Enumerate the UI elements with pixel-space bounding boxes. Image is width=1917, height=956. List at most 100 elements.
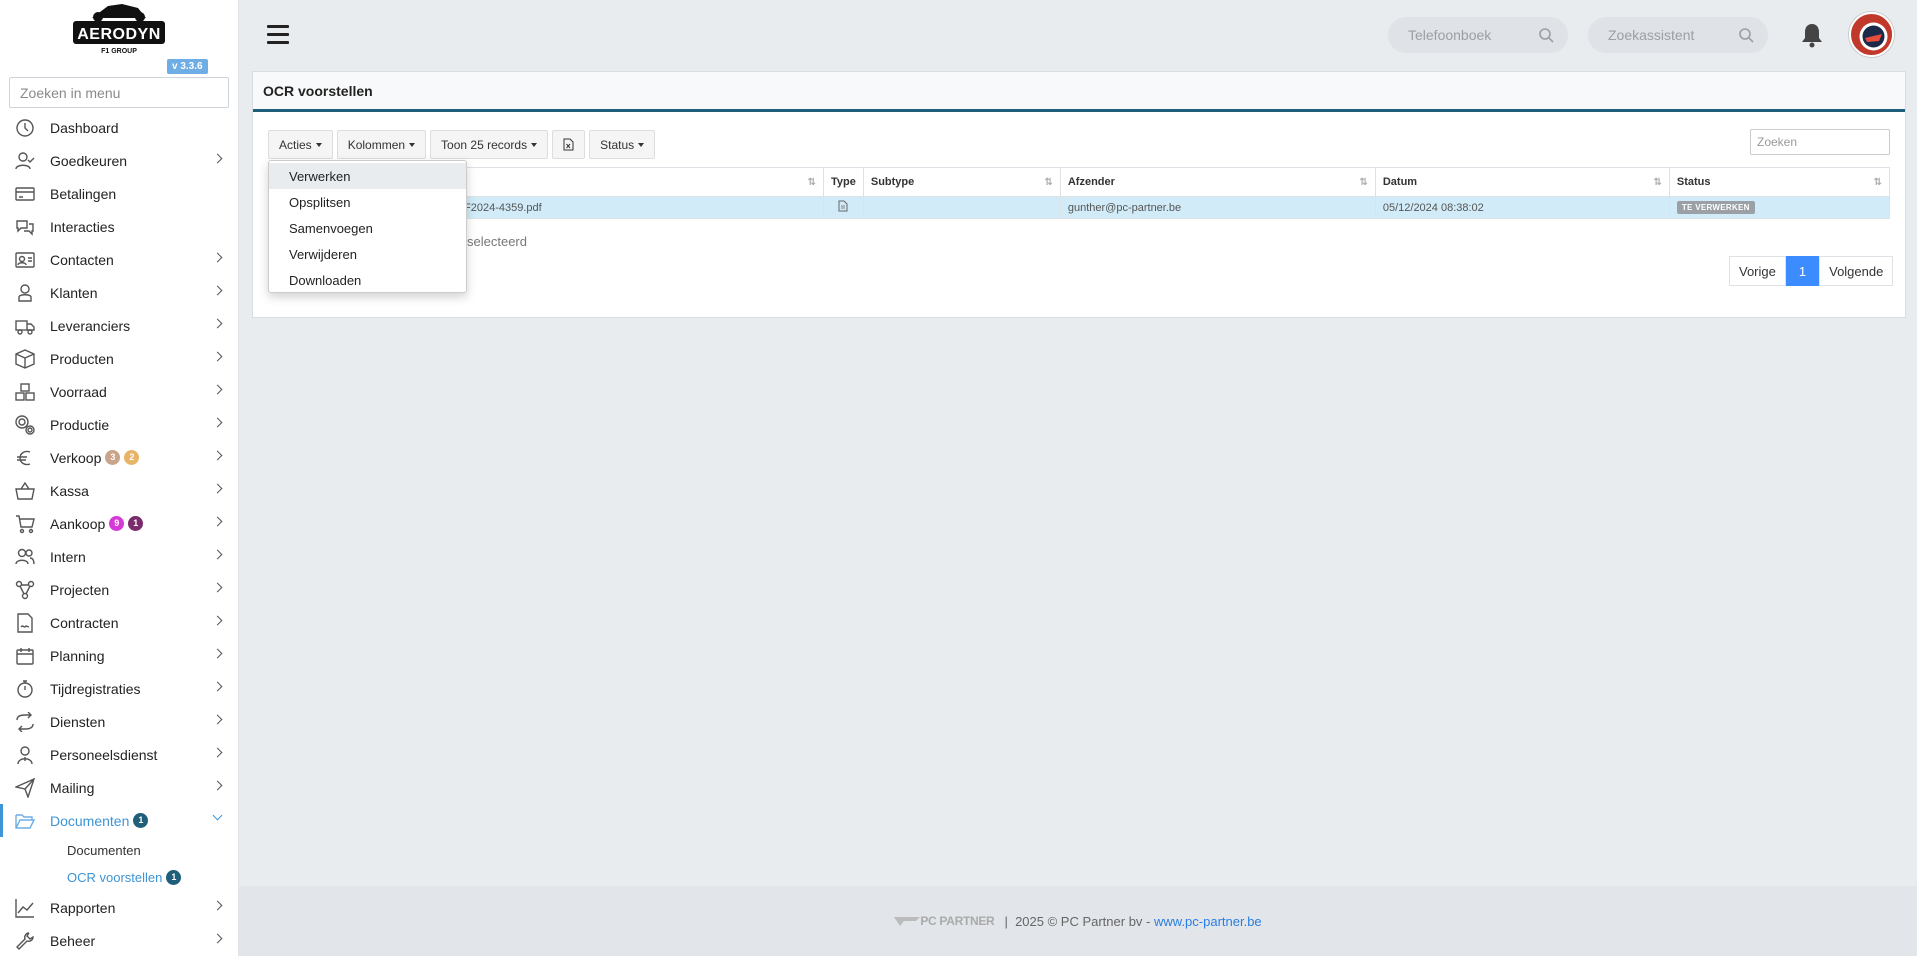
contract-icon: [14, 612, 36, 634]
customer-icon: [14, 282, 36, 304]
cell-afzender: gunther@pc-partner.be: [1059, 196, 1376, 219]
sort-icon[interactable]: ⇅: [1359, 177, 1367, 188]
table-row[interactable]: F2024-4359.pdf gunther@pc-partner.be 05/…: [268, 196, 1891, 219]
dropdown-item-opsplitsen[interactable]: Opsplitsen: [269, 189, 466, 215]
sidebar-item-leveranciers[interactable]: Leveranciers: [0, 309, 238, 342]
dropdown-item-verwijderen[interactable]: Verwijderen: [269, 241, 466, 267]
pc-partner-logo: PC PARTNER: [894, 914, 995, 928]
search-icon[interactable]: [1738, 27, 1754, 43]
column-header-subtype[interactable]: Subtype ⇅: [862, 167, 1061, 197]
previous-page-button[interactable]: Vorige: [1729, 256, 1786, 286]
excel-export-button[interactable]: [552, 130, 586, 159]
acties-button[interactable]: Acties: [268, 130, 333, 159]
svg-text:F1 GROUP: F1 GROUP: [101, 48, 137, 55]
stopwatch-icon: [14, 678, 36, 700]
sidebar-item-tijdregistraties[interactable]: Tijdregistraties: [0, 672, 238, 705]
sidebar-item-projecten[interactable]: Projecten: [0, 573, 238, 606]
sidebar-subitem-ocr-voorstellen[interactable]: OCR voorstellen 1: [0, 864, 238, 891]
gears-icon: [14, 414, 36, 436]
sidebar: AERODYN F1 GROUP v 3.3.6 Dashboard Goedke…: [0, 0, 239, 956]
sidebar-item-klanten[interactable]: Klanten: [0, 276, 238, 309]
dropdown-item-verwerken[interactable]: Verwerken: [269, 163, 466, 189]
sidebar-item-interacties[interactable]: Interacties: [0, 210, 238, 243]
sidebar-item-planning[interactable]: Planning: [0, 639, 238, 672]
sidebar-item-contracten[interactable]: Contracten: [0, 606, 238, 639]
chevron-right-icon: [212, 933, 223, 944]
sidebar-item-contacten[interactable]: Contacten: [0, 243, 238, 276]
sidebar-item-label: Voorraad: [50, 383, 107, 400]
aerodyn-logo[interactable]: AERODYN F1 GROUP: [72, 2, 166, 56]
page-1-button[interactable]: 1: [1785, 256, 1820, 286]
sidebar-item-label: Productie: [50, 416, 110, 433]
sidebar-item-productie[interactable]: Productie: [0, 408, 238, 441]
chevron-right-icon: [212, 681, 223, 692]
sidebar-item-goedkeuren[interactable]: Goedkeuren: [0, 144, 238, 177]
page-length-button[interactable]: Toon 25 records: [430, 130, 549, 159]
sort-icon[interactable]: ⇅: [808, 177, 816, 188]
sort-icon[interactable]: ⇅: [1653, 177, 1661, 188]
search-icon[interactable]: [1538, 27, 1554, 43]
sidebar-item-verkoop[interactable]: Verkoop 3 2: [0, 441, 238, 474]
repeat-icon: [14, 711, 36, 733]
sidebar-item-label: Aankoop: [50, 515, 106, 532]
chevron-right-icon: [212, 582, 223, 593]
sidebar-item-intern[interactable]: Intern: [0, 540, 238, 573]
footer-link[interactable]: www.pc-partner.be: [1154, 914, 1262, 929]
sidebar-item-kassa[interactable]: Kassa: [0, 474, 238, 507]
sidebar-item-documenten[interactable]: Documenten 1: [0, 804, 238, 837]
chevron-right-icon: [212, 417, 223, 428]
sidebar-subitem-documenten[interactable]: Documenten: [0, 837, 238, 864]
hamburger-menu-icon[interactable]: [267, 25, 289, 45]
sidebar-item-rapporten[interactable]: Rapporten: [0, 891, 238, 924]
chevron-right-icon: [212, 318, 223, 329]
page-title: OCR voorstellen: [253, 72, 1905, 112]
sidebar-item-label: Kassa: [50, 482, 89, 499]
kolommen-button[interactable]: Kolommen: [336, 130, 427, 159]
users-icon: [14, 546, 36, 568]
cell-type: [823, 196, 864, 219]
sidebar-item-dashboard[interactable]: Dashboard: [0, 111, 238, 144]
sidebar-item-label: Klanten: [50, 284, 98, 301]
sidebar-item-label: Documenten: [50, 812, 130, 829]
sidebar-item-producten[interactable]: Producten: [0, 342, 238, 375]
table-search-input[interactable]: [1750, 129, 1890, 155]
sidebar-item-personeelsdienst[interactable]: Personeelsdienst: [0, 738, 238, 771]
acties-dropdown-menu: Verwerken Opsplitsen Samenvoegen Verwijdere…: [268, 160, 467, 293]
status-filter-button[interactable]: Status: [589, 130, 656, 159]
sidebar-item-label: Contracten: [50, 614, 119, 631]
cell-subtype: [862, 196, 1061, 219]
sidebar-item-diensten[interactable]: Diensten: [0, 705, 238, 738]
project-icon: [14, 579, 36, 601]
phonebook-search[interactable]: [1388, 17, 1568, 53]
phonebook-input[interactable]: [1408, 27, 1538, 43]
dropdown-item-downloaden[interactable]: Downloaden: [269, 267, 466, 293]
sort-icon[interactable]: ⇅: [1044, 177, 1052, 188]
count-badge: 9: [109, 516, 125, 531]
dropdown-item-samenvoegen[interactable]: Samenvoegen: [269, 215, 466, 241]
sidebar-item-betalingen[interactable]: Betalingen: [0, 177, 238, 210]
user-avatar[interactable]: [1849, 12, 1894, 57]
paper-plane-icon: [14, 777, 36, 799]
chevron-right-icon: [212, 285, 223, 296]
assistant-search[interactable]: [1588, 17, 1768, 53]
sidebar-item-voorraad[interactable]: Voorraad: [0, 375, 238, 408]
column-header-type[interactable]: Type: [823, 167, 864, 197]
column-header-status[interactable]: Status ⇅: [1668, 167, 1891, 197]
menu-search-input[interactable]: [9, 77, 229, 108]
column-header-datum[interactable]: Datum ⇅: [1374, 167, 1670, 197]
sidebar-item-mailing[interactable]: Mailing: [0, 771, 238, 804]
wrench-icon: [14, 930, 36, 952]
sidebar-item-aankoop[interactable]: Aankoop 9 1: [0, 507, 238, 540]
caret-down-icon: [315, 142, 322, 147]
column-header-afzender[interactable]: Afzender ⇅: [1059, 167, 1376, 197]
svg-text:AERODYN: AERODYN: [77, 26, 161, 43]
next-page-button[interactable]: Volgende: [1819, 256, 1894, 286]
basket-icon: [14, 480, 36, 502]
bell-icon[interactable]: [1800, 22, 1824, 48]
sidebar-item-label: Mailing: [50, 779, 95, 796]
sidebar-item-beheer[interactable]: Beheer: [0, 924, 238, 956]
sidebar-item-label: Producten: [50, 350, 114, 367]
assistant-input[interactable]: [1608, 27, 1738, 43]
chevron-right-icon: [212, 351, 223, 362]
sort-icon[interactable]: ⇅: [1874, 177, 1882, 188]
